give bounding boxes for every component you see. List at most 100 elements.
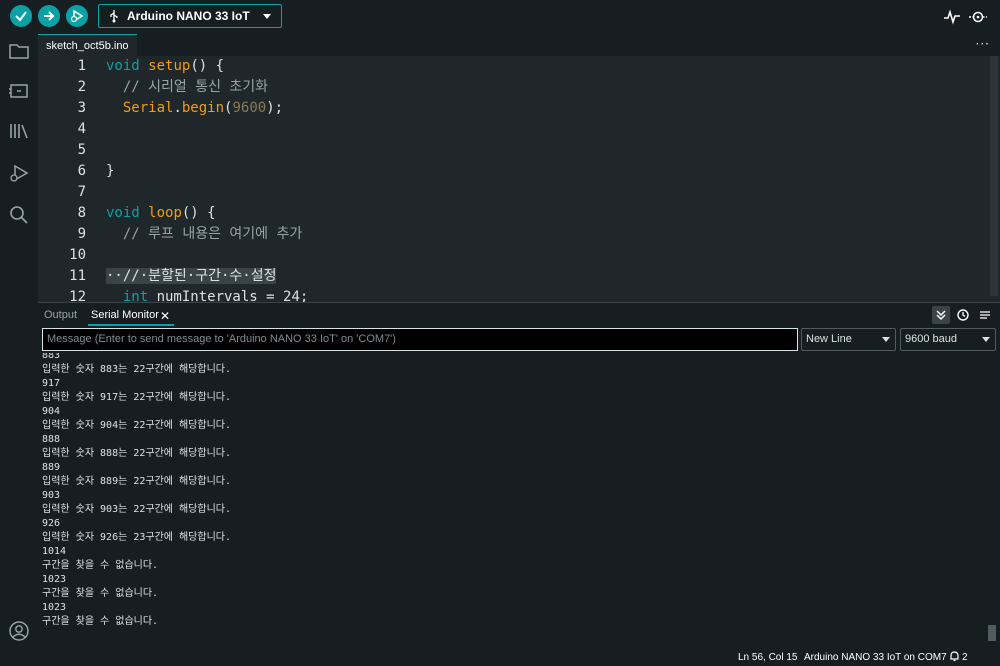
code-text: } [106,161,114,182]
code-token: 9600 [232,100,267,116]
autoscroll-icon [936,310,946,321]
line-number: 10 [69,247,86,263]
baud-rate-select[interactable]: 9600 baud [900,328,996,351]
chevron-down-icon [882,337,890,342]
monitor-line: 입력한 숫자 889는 22구간에 해당합니다. [42,476,232,487]
monitor-line: 883 [42,353,61,361]
code-token: Serial [122,100,174,116]
line-ending-select[interactable]: New Line [801,328,896,351]
code-line: 6} [38,161,988,182]
code-line: 1 void setup() { [38,56,988,77]
line-number: 7 [77,184,86,200]
debug-icon [70,9,84,23]
code-text: Serial.begin(9600); [106,98,283,119]
folder-icon[interactable] [8,40,30,62]
code-token: void [106,58,149,74]
debug-icon[interactable] [8,162,30,184]
code-token: setup [148,58,191,74]
line-number: 4 [77,121,86,137]
code-text: ··//·분할된·구간·수·설정 [106,266,277,287]
code-text: // 시리얼 통신 초기화 [106,77,268,98]
tab-output[interactable]: Output [44,309,77,321]
code-line: 3 Serial.begin(9600); [38,98,988,119]
line-number: 5 [77,142,86,158]
upload-button[interactable] [38,5,60,27]
editor-tabbar: sketch_oct5b.ino ··· [38,34,1000,56]
clear-output-button[interactable] [976,306,994,324]
code-token: ··//·분할된·구간·수·설정 [106,268,277,284]
line-number: 8 [77,205,86,221]
verify-button[interactable] [10,5,32,27]
monitor-line: 1014 [42,546,67,557]
usb-icon [110,10,118,23]
code-token: () { [190,58,225,74]
editor-scrollbar[interactable] [990,56,998,296]
code-line: 2 // 시리얼 통신 초기화 [38,77,988,98]
monitor-line: 입력한 숫자 903는 22구간에 해당합니다. [42,504,232,515]
arrow-right-icon [44,11,55,21]
message-input[interactable]: Message (Enter to send message to 'Ardui… [42,328,798,351]
tab-serial-monitor[interactable]: Serial Monitor [91,309,159,321]
clock-icon [957,309,969,321]
left-sidebar [0,34,38,666]
line-number: 1 [77,58,86,74]
monitor-line: 구간을 찾을 수 없습니다. [42,616,159,627]
code-token: begin [181,100,225,116]
board-port-status[interactable]: Arduino NANO 33 IoT on COM7 [804,652,947,663]
code-text: // 루프 내용은 여기에 추가 [106,224,302,245]
code-token: loop [148,205,182,221]
code-line: 11 ··//·분할된·구간·수·설정 [38,266,988,287]
board-name: Arduino NANO 33 IoT [127,9,250,23]
monitor-scrollbar[interactable] [988,625,996,641]
line-ending-value: New Line [806,333,852,345]
serial-monitor-icon[interactable] [968,7,988,27]
timestamp-button[interactable] [954,306,972,324]
line-number: 11 [69,268,86,284]
bottom-panel: Output Serial Monitor ✕ Message (Enter t… [38,302,1000,648]
monitor-line: 입력한 숫자 883는 22구간에 해당합니다. [42,364,232,375]
monitor-line: 입력한 숫자 904는 22구간에 해당합니다. [42,420,232,431]
code-line: 4 [38,119,988,140]
line-number: 12 [69,289,86,302]
board-selector[interactable]: Arduino NANO 33 IoT [98,4,282,28]
more-options-icon[interactable]: ··· [976,37,990,51]
line-number: 9 [77,226,86,242]
line-number: 2 [77,79,86,95]
code-text: int numIntervals = 24; [106,287,308,302]
monitor-line: 구간을 찾을 수 없습니다. [42,560,159,571]
monitor-line: 888 [42,434,61,445]
code-token: () { [181,205,216,221]
tab-label: sketch_oct5b.ino [46,39,129,52]
status-bar: Ln 56, Col 15 Arduino NANO 33 IoT on COM… [38,648,1000,666]
search-icon[interactable] [8,204,30,226]
account-icon[interactable] [8,620,30,642]
line-number: 3 [77,100,86,116]
monitor-line: 입력한 숫자 917는 22구간에 해당합니다. [42,392,232,403]
monitor-line: 입력한 숫자 888는 22구간에 해당합니다. [42,448,232,459]
monitor-line: 903 [42,490,61,501]
board-manager-icon[interactable] [8,80,30,102]
close-icon[interactable]: ✕ [160,309,170,323]
code-line: 7 [38,182,988,203]
code-line: 10 [38,245,988,266]
clear-output-icon [980,311,990,319]
code-token: ); [266,100,284,116]
debug-button[interactable] [66,5,88,27]
notification-icon[interactable] [949,651,960,662]
active-tab-indicator [88,324,174,326]
autoscroll-button[interactable] [932,306,950,324]
tab-sketch[interactable]: sketch_oct5b.ino [38,34,137,56]
code-token: // 시리얼 통신 초기화 [106,79,269,95]
code-editor[interactable]: 1 void setup() {2 // 시리얼 통신 초기화 3 Serial.b… [38,56,1000,302]
serial-plotter-icon[interactable] [942,7,962,27]
code-text: void setup() { [106,56,224,77]
library-icon[interactable] [8,120,30,142]
code-line: 12 int numIntervals = 24; [38,287,988,302]
code-token: void [106,205,149,221]
monitor-line: 1023 [42,574,67,585]
monitor-line: 1023 [42,602,67,613]
code-token: . [173,100,182,116]
code-token: numIntervals = 24; [156,289,309,302]
monitor-line: 904 [42,406,61,417]
